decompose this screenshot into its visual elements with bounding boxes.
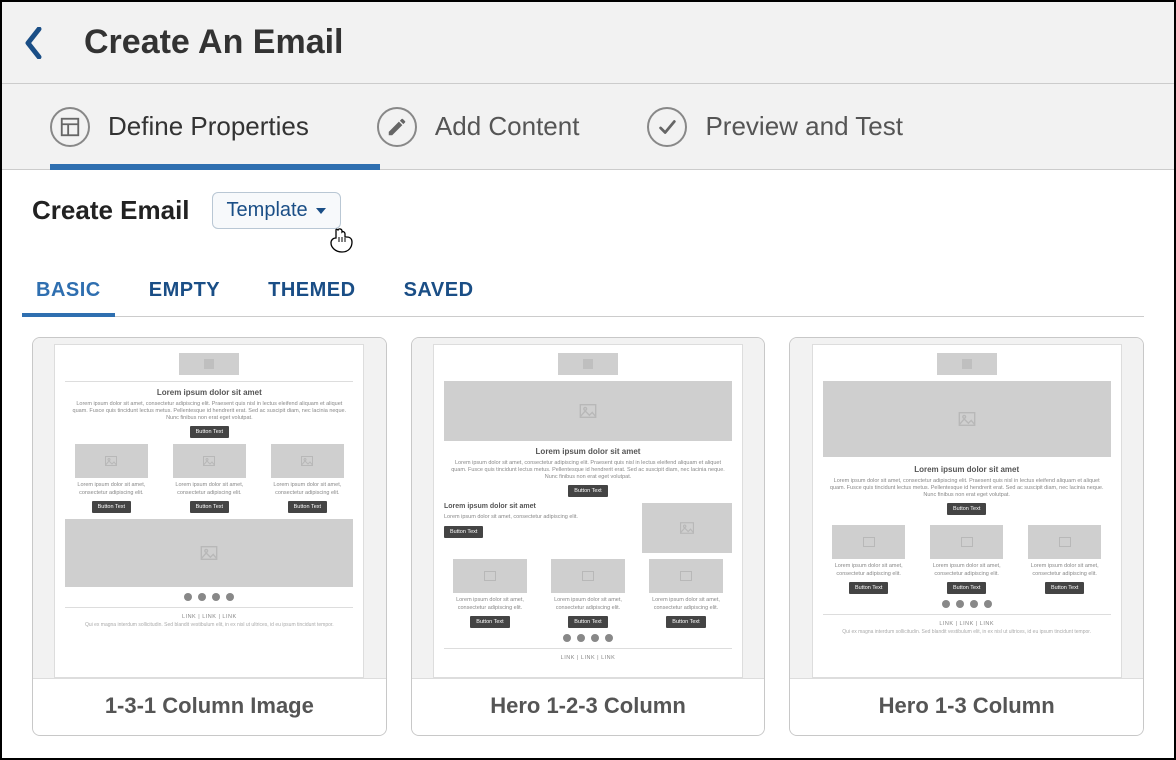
tab-themed[interactable]: THEMED bbox=[264, 265, 359, 316]
tab-basic[interactable]: BASIC bbox=[32, 265, 105, 316]
page-title: Create An Email bbox=[84, 23, 344, 62]
header-bar: Create An Email bbox=[2, 2, 1174, 84]
preview-heading: Lorem ipsum dolor sit amet bbox=[65, 388, 353, 397]
template-dropdown[interactable]: Template bbox=[212, 192, 341, 229]
step-label: Preview and Test bbox=[705, 111, 903, 142]
tab-saved[interactable]: SAVED bbox=[400, 265, 478, 316]
template-card-hero-1-2-3[interactable]: Lorem ipsum dolor sit amet Lorem ipsum d… bbox=[411, 337, 766, 736]
template-card-hero-1-3[interactable]: Lorem ipsum dolor sit amet Lorem ipsum d… bbox=[789, 337, 1144, 736]
cursor-icon bbox=[330, 228, 354, 259]
template-cards-row: Lorem ipsum dolor sit amet Lorem ipsum d… bbox=[32, 337, 1144, 736]
step-preview-test[interactable]: Preview and Test bbox=[647, 84, 953, 169]
template-name: 1-3-1 Column Image bbox=[33, 678, 386, 735]
back-button[interactable] bbox=[20, 23, 48, 63]
step-label: Define Properties bbox=[108, 111, 309, 142]
tab-empty[interactable]: EMPTY bbox=[145, 265, 224, 316]
template-name: Hero 1-3 Column bbox=[790, 678, 1143, 735]
preview-paragraph: Lorem ipsum dolor sit amet, consectetur … bbox=[65, 401, 353, 422]
step-add-content[interactable]: Add Content bbox=[377, 84, 630, 169]
template-preview: Lorem ipsum dolor sit amet Lorem ipsum d… bbox=[790, 338, 1143, 678]
template-name: Hero 1-2-3 Column bbox=[412, 678, 765, 735]
template-preview: Lorem ipsum dolor sit amet Lorem ipsum d… bbox=[412, 338, 765, 678]
wizard-steps: Define Properties Add Content Preview an… bbox=[2, 84, 1174, 170]
chevron-left-icon bbox=[24, 27, 44, 59]
template-preview: Lorem ipsum dolor sit amet Lorem ipsum d… bbox=[33, 338, 386, 678]
dropdown-label: Template bbox=[227, 199, 308, 222]
template-card-1-3-1[interactable]: Lorem ipsum dolor sit amet Lorem ipsum d… bbox=[32, 337, 387, 736]
layout-icon bbox=[50, 107, 90, 147]
template-category-tabs: BASIC EMPTY THEMED SAVED bbox=[22, 265, 1144, 317]
chevron-down-icon bbox=[316, 208, 326, 214]
check-icon bbox=[647, 107, 687, 147]
step-label: Add Content bbox=[435, 111, 580, 142]
pencil-icon bbox=[377, 107, 417, 147]
step-define-properties[interactable]: Define Properties bbox=[50, 84, 359, 169]
section-title: Create Email bbox=[32, 195, 190, 226]
preview-button: Button Text bbox=[190, 426, 229, 438]
